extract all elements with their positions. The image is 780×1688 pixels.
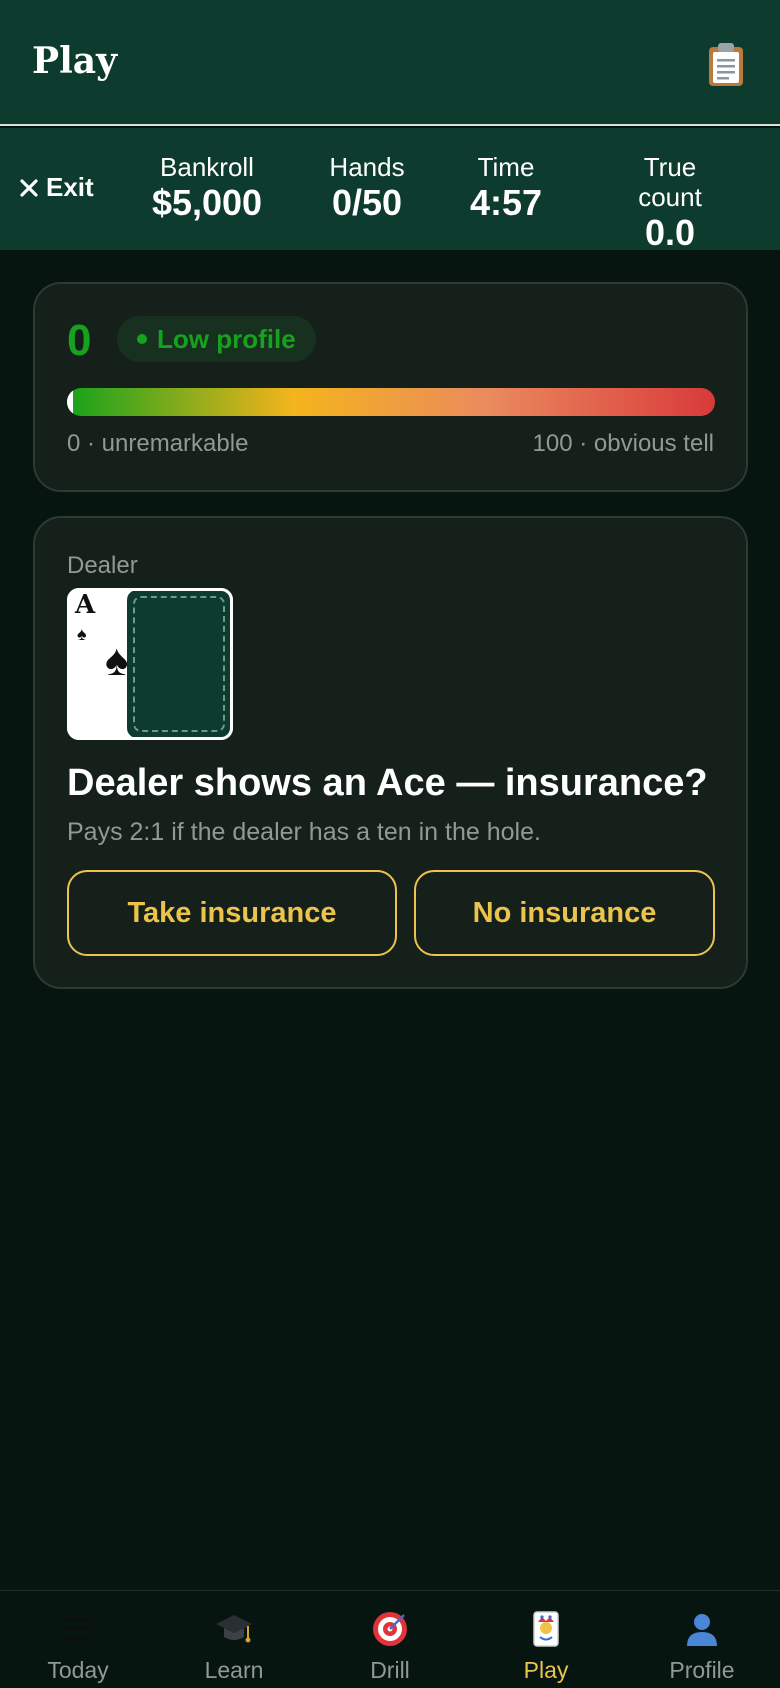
bottom-navigation: Today Learn Drill Play Profile xyxy=(0,1590,780,1688)
clipboard-icon xyxy=(709,43,743,86)
suspicion-meter-marker xyxy=(67,388,73,416)
nav-item-profile[interactable]: Profile xyxy=(624,1591,780,1688)
dealer-label: Dealer xyxy=(67,552,138,579)
suspicion-score: 0 xyxy=(67,316,92,365)
scale-min-label: 0 · unremarkable xyxy=(67,430,249,457)
nav-label-profile: Profile xyxy=(669,1657,735,1683)
scale-max-label: 100 · obvious tell xyxy=(532,430,714,457)
time-stat: Time 4:57 xyxy=(470,152,542,224)
hands-stat: Hands 0/50 xyxy=(329,152,404,224)
bankroll-label: Bankroll xyxy=(160,152,254,182)
card-back-pattern xyxy=(133,596,225,732)
card-suit-large: ♠ xyxy=(105,636,129,685)
nav-item-drill[interactable]: Drill xyxy=(312,1591,468,1688)
nav-label-play: Play xyxy=(523,1657,569,1683)
menu-icon xyxy=(64,1618,92,1640)
nav-item-play[interactable]: Play xyxy=(468,1591,624,1688)
status-dot xyxy=(137,334,147,344)
time-value: 4:57 xyxy=(469,182,543,223)
hands-value: 0/50 xyxy=(331,182,403,223)
top-app-bar: Play xyxy=(0,0,780,126)
nav-label-today: Today xyxy=(47,1657,109,1683)
notes-button[interactable] xyxy=(702,40,750,88)
exit-button[interactable]: Exit xyxy=(20,172,94,203)
true-count-label: True count xyxy=(638,152,702,212)
take-insurance-button[interactable]: Take insurance xyxy=(67,870,397,956)
nav-label-learn: Learn xyxy=(204,1657,264,1683)
hands-label: Hands xyxy=(329,152,405,182)
true-count-stat: True count 0.0 xyxy=(615,152,725,254)
dealer-hole-card xyxy=(127,590,231,738)
target-icon xyxy=(373,1612,407,1646)
user-icon xyxy=(687,1614,717,1646)
status-badge: Low profile xyxy=(117,316,316,362)
no-insurance-button[interactable]: No insurance xyxy=(414,870,715,956)
insurance-description: Pays 2:1 if the dealer has a ten in the … xyxy=(67,818,541,846)
status-badge-label: Low profile xyxy=(157,323,296,354)
exit-label: Exit xyxy=(46,172,94,202)
bankroll-stat: Bankroll $5,000 xyxy=(152,152,262,224)
blackjack-table-card: Dealer A ♠ ♠ Dealer shows an Ace — insur… xyxy=(33,516,748,989)
card-rank: A xyxy=(75,590,96,620)
nav-item-today[interactable]: Today xyxy=(0,1591,156,1688)
card-suit-small: ♠ xyxy=(77,624,87,644)
joker-card-icon xyxy=(533,1611,559,1647)
close-icon xyxy=(20,178,38,197)
dealer-hand: A ♠ ♠ xyxy=(67,588,233,740)
time-label: Time xyxy=(477,152,535,182)
suspicion-meter-bar xyxy=(67,388,715,416)
bankroll-value: $5,000 xyxy=(151,182,263,223)
page-title: Play xyxy=(32,40,117,82)
true-count-value: 0.0 xyxy=(644,212,696,253)
nav-label-drill: Drill xyxy=(370,1657,410,1683)
suspicion-meter-card: 0 Low profile 0 · unremarkable 100 · obv… xyxy=(33,282,748,492)
graduation-cap-icon xyxy=(216,1615,252,1643)
nav-item-learn[interactable]: Learn xyxy=(156,1591,312,1688)
session-stats-bar: Exit Bankroll $5,000 Hands 0/50 Time 4:5… xyxy=(0,128,780,253)
insurance-prompt: Dealer shows an Ace — insurance? xyxy=(67,762,708,804)
